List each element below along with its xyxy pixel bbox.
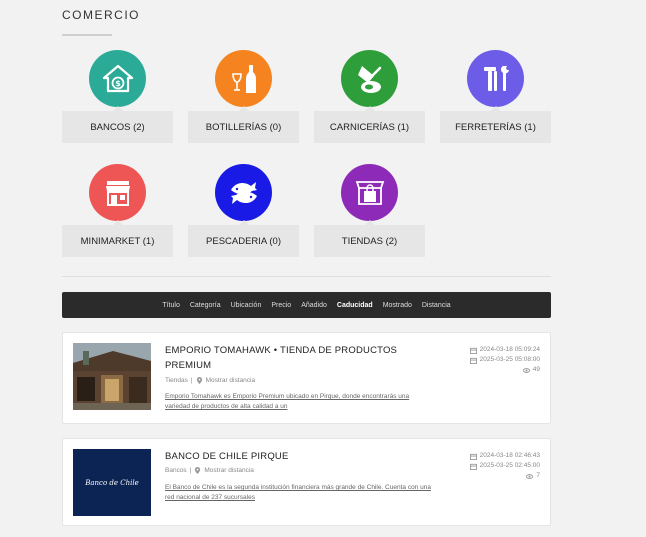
location-pin-icon [196, 377, 202, 384]
listing-meta: Tiendas | Mostrar distancia [165, 377, 255, 384]
views-count: 7 [470, 471, 540, 481]
bank-icon: $ [89, 50, 146, 107]
sort-distancia[interactable]: Distancia [422, 302, 451, 309]
show-distance-link[interactable]: Mostrar distancia [204, 467, 254, 474]
sort-precio[interactable]: Precio [271, 302, 291, 309]
category-tiendas[interactable]: TIENDAS (2) [314, 164, 425, 257]
category-label: FERRETERÍAS (1) [440, 106, 551, 143]
listing-card[interactable]: EMPORIO TOMAHAWK • TIENDA DE PRODUCTOS P… [62, 332, 551, 424]
listing-meta: Bancos | Mostrar distancia [165, 467, 254, 474]
category-minimarket[interactable]: MINIMARKET (1) [62, 164, 173, 257]
category-label: PESCADERIA (0) [188, 220, 299, 257]
listing-category[interactable]: Bancos [165, 467, 187, 474]
svg-text:$: $ [115, 79, 121, 88]
title-underline [62, 34, 112, 36]
eye-icon [526, 473, 534, 479]
location-pin-icon [195, 467, 201, 474]
eye-icon [522, 367, 530, 373]
listing-description[interactable]: El Banco de Chile es la segunda instituc… [165, 483, 435, 503]
category-label: TIENDAS (2) [314, 220, 425, 257]
listing-description[interactable]: Emporio Tomahawk es Emporio Premium ubic… [165, 392, 435, 412]
listing-thumbnail[interactable]: Banco de Chile [73, 449, 151, 516]
sort-ubicacion[interactable]: Ubicación [231, 302, 262, 309]
sort-caducidad[interactable]: Caducidad [337, 302, 373, 309]
sort-titulo[interactable]: Título [162, 302, 180, 309]
listing-category[interactable]: Tiendas [165, 377, 188, 384]
calendar-icon [469, 347, 477, 354]
fish-icon [215, 164, 272, 221]
separator: | [190, 377, 193, 384]
category-ferreterias[interactable]: FERRETERÍAS (1) [440, 50, 551, 143]
category-label: BANCOS (2) [62, 106, 173, 143]
listing-title[interactable]: EMPORIO TOMAHAWK • TIENDA DE PRODUCTOS P… [165, 343, 405, 373]
shop-bag-icon [341, 164, 398, 221]
meat-cleaver-icon [341, 50, 398, 107]
sort-categoria[interactable]: Categoría [190, 302, 221, 309]
calendar-icon [469, 357, 477, 364]
sort-anadido[interactable]: Añadido [301, 302, 327, 309]
store-icon [89, 164, 146, 221]
bank-logo-text: Banco de Chile [85, 478, 139, 487]
views-count: 49 [470, 365, 540, 375]
listing-stats: 2024-03-18 02:46:43 2025-03-25 02:45:00 … [469, 451, 540, 481]
listing-title[interactable]: BANCO DE CHILE PIRQUE [165, 449, 405, 464]
category-carnicerias[interactable]: CARNICERÍAS (1) [314, 50, 425, 143]
divider [62, 276, 551, 277]
listing-stats: 2024-03-18 05:09:24 2025-03-25 05:08:00 … [469, 345, 540, 375]
show-distance-link[interactable]: Mostrar distancia [206, 377, 256, 384]
added-date: 2024-03-18 02:46:43 [469, 451, 540, 461]
calendar-icon [469, 453, 477, 460]
category-botillerias[interactable]: BOTILLERÍAS (0) [188, 50, 299, 143]
category-label: MINIMARKET (1) [62, 220, 173, 257]
section-title: COMERCIO [62, 8, 140, 22]
category-label: BOTILLERÍAS (0) [188, 106, 299, 143]
added-date: 2024-03-18 05:09:24 [469, 345, 540, 355]
listing-card[interactable]: Banco de Chile BANCO DE CHILE PIRQUE Ban… [62, 438, 551, 526]
category-pescaderia[interactable]: PESCADERIA (0) [188, 164, 299, 257]
bottle-icon [215, 50, 272, 107]
tools-icon [467, 50, 524, 107]
category-bancos[interactable]: $ BANCOS (2) [62, 50, 173, 143]
category-label: CARNICERÍAS (1) [314, 106, 425, 143]
separator: | [189, 467, 192, 474]
sort-bar: Título Categoría Ubicación Precio Añadid… [62, 292, 551, 318]
calendar-icon [469, 463, 477, 470]
expires-date: 2025-03-25 05:08:00 [469, 355, 540, 365]
listing-thumbnail[interactable] [73, 343, 151, 410]
sort-mostrado[interactable]: Mostrado [383, 302, 412, 309]
expires-date: 2025-03-25 02:45:00 [469, 461, 540, 471]
